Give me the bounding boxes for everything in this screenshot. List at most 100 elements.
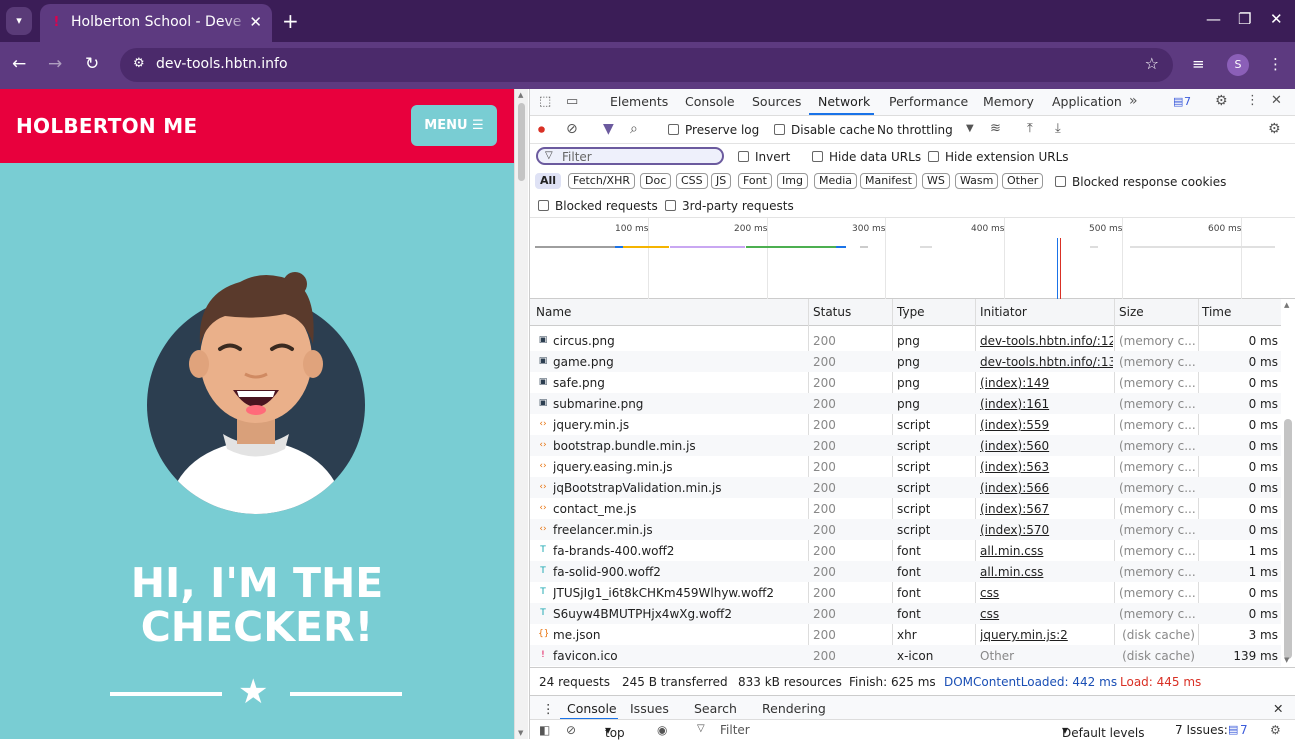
- browser-tab[interactable]: ǃ Holberton School - Deve ✕: [40, 4, 272, 42]
- tab-performance[interactable]: Performance: [889, 94, 968, 109]
- tab-memory[interactable]: Memory: [983, 94, 1034, 109]
- table-row[interactable]: ‹› bootstrap.bundle.min.js 200 script (index…: [530, 435, 1281, 456]
- drawer-close-icon[interactable]: ✕: [1273, 701, 1283, 716]
- request-initiator[interactable]: (index):566: [980, 481, 1113, 495]
- col-initiator[interactable]: Initiator: [980, 305, 1027, 319]
- console-issues-icon[interactable]: ▤: [1228, 723, 1238, 736]
- filter-css[interactable]: CSS: [676, 173, 708, 189]
- col-name[interactable]: Name: [536, 305, 571, 319]
- filter-media[interactable]: Media: [814, 173, 858, 189]
- settings-gear-icon[interactable]: ⚙: [1215, 93, 1228, 109]
- request-name[interactable]: bootstrap.bundle.min.js: [553, 439, 803, 453]
- request-initiator[interactable]: (index):560: [980, 439, 1113, 453]
- table-row[interactable]: ‹› freelancer.min.js 200 script (index):570 (…: [530, 519, 1281, 540]
- filter-js[interactable]: JS: [711, 173, 732, 189]
- request-name[interactable]: circus.png: [553, 334, 803, 348]
- filter-img[interactable]: Img: [777, 173, 808, 189]
- page-brand[interactable]: HOLBERTON ME: [16, 114, 197, 138]
- context-select[interactable]: top ▾: [605, 723, 625, 740]
- more-tabs-icon[interactable]: »: [1129, 93, 1138, 109]
- table-row[interactable]: Tfa-brands-400.woff2 200 font all.min.css (m…: [530, 540, 1281, 561]
- request-initiator[interactable]: (index):161: [980, 397, 1113, 411]
- table-row[interactable]: ▣ circus.png 200 png dev-tools.hbtn.info/:12…: [530, 330, 1281, 351]
- filter-other[interactable]: Other: [1002, 173, 1044, 189]
- request-initiator[interactable]: css: [980, 607, 1113, 621]
- network-conditions-icon[interactable]: ≋: [990, 121, 1001, 136]
- network-overview-timeline[interactable]: 100 ms 200 ms 300 ms 400 ms 500 ms 600 m…: [530, 217, 1295, 300]
- hide-extension-urls-checkbox[interactable]: Hide extension URLs: [928, 150, 1069, 164]
- filter-input[interactable]: ▽ Filter: [536, 147, 724, 165]
- filter-manifest[interactable]: Manifest: [860, 173, 917, 189]
- scroll-down-icon[interactable]: ▼: [518, 729, 523, 737]
- tab-close-icon[interactable]: ✕: [249, 13, 262, 31]
- filter-wasm[interactable]: Wasm: [955, 173, 999, 189]
- table-row[interactable]: ǃ favicon.ico 200 x-icon Other (disk cache) 13…: [530, 645, 1281, 666]
- site-info-icon[interactable]: ⚙: [133, 56, 145, 71]
- new-tab-icon[interactable]: +: [282, 9, 299, 33]
- import-har-icon[interactable]: ⤒: [1027, 121, 1033, 136]
- menu-button[interactable]: MENU ☰: [411, 105, 497, 146]
- col-time[interactable]: Time: [1202, 305, 1231, 319]
- drawer-tab-rendering[interactable]: Rendering: [762, 701, 826, 716]
- scroll-down-icon[interactable]: ▼: [1284, 656, 1289, 664]
- minimize-icon[interactable]: —: [1206, 10, 1221, 28]
- device-toolbar-icon[interactable]: ▭: [566, 94, 578, 109]
- clear-icon[interactable]: ⊘: [566, 121, 578, 137]
- table-row[interactable]: Tfa-solid-900.woff2 200 font all.min.css (me…: [530, 561, 1281, 582]
- filter-funnel-icon[interactable]: ▼: [603, 121, 614, 137]
- preserve-log-checkbox[interactable]: Preserve log: [668, 123, 759, 137]
- blocked-requests-checkbox[interactable]: Blocked requests: [538, 199, 658, 213]
- issues-icon[interactable]: ▤: [1173, 95, 1183, 108]
- address-bar[interactable]: ⚙ dev-tools.hbtn.info ☆: [120, 48, 1173, 82]
- bookmark-star-icon[interactable]: ☆: [1145, 54, 1159, 73]
- search-icon[interactable]: ⌕: [630, 121, 638, 137]
- tab-network[interactable]: Network: [818, 94, 870, 109]
- request-name[interactable]: contact_me.js: [553, 502, 803, 516]
- request-initiator[interactable]: (index):567: [980, 502, 1113, 516]
- request-name[interactable]: game.png: [553, 355, 803, 369]
- request-initiator[interactable]: dev-tools.hbtn.info/:138: [980, 355, 1113, 369]
- window-close-icon[interactable]: ✕: [1270, 10, 1283, 28]
- disable-cache-checkbox[interactable]: Disable cache: [774, 123, 875, 137]
- request-initiator[interactable]: (index):563: [980, 460, 1113, 474]
- network-settings-icon[interactable]: ⚙: [1268, 121, 1281, 137]
- third-party-requests-checkbox[interactable]: 3rd-party requests: [665, 199, 794, 213]
- table-row[interactable]: T S6uyw4BMUTPHjx4wXg.woff2 200 font css (memo…: [530, 603, 1281, 624]
- console-settings-icon[interactable]: ⚙: [1270, 723, 1281, 737]
- tab-application[interactable]: Application: [1052, 94, 1122, 109]
- request-name[interactable]: jqBootstrapValidation.min.js: [553, 481, 803, 495]
- devtools-close-icon[interactable]: ✕: [1271, 93, 1282, 108]
- table-row[interactable]: ▣ submarine.png 200 png (index):161 (memory c…: [530, 393, 1281, 414]
- request-initiator[interactable]: css: [980, 586, 1113, 600]
- request-initiator[interactable]: (index):559: [980, 418, 1113, 432]
- throttling-select[interactable]: No throttling: [877, 123, 953, 137]
- request-name[interactable]: me.json: [553, 628, 803, 642]
- drawer-tab-console[interactable]: Console: [567, 701, 617, 716]
- export-har-icon[interactable]: ⤓: [1055, 121, 1061, 136]
- requests-scroll-thumb[interactable]: [1284, 419, 1292, 659]
- hide-data-urls-checkbox[interactable]: Hide data URLs: [812, 150, 921, 164]
- request-initiator[interactable]: all.min.css: [980, 544, 1113, 558]
- tab-search-dropdown-icon[interactable]: ▾: [6, 7, 32, 35]
- drawer-tab-issues[interactable]: Issues: [630, 701, 669, 716]
- request-initiator[interactable]: dev-tools.hbtn.info/:126: [980, 334, 1113, 348]
- throttling-dropdown-icon[interactable]: ▼: [966, 123, 974, 134]
- request-initiator[interactable]: all.min.css: [980, 565, 1113, 579]
- request-initiator[interactable]: jquery.min.js:2: [980, 628, 1113, 642]
- request-name[interactable]: fa-solid-900.woff2: [553, 565, 803, 579]
- filter-doc[interactable]: Doc: [640, 173, 672, 189]
- filter-fetch-xhr[interactable]: Fetch/XHR: [568, 173, 635, 189]
- request-name[interactable]: freelancer.min.js: [553, 523, 803, 537]
- request-name[interactable]: JTUSjIg1_i6t8kCHKm459Wlhyw.woff2: [553, 586, 803, 600]
- table-row[interactable]: {} me.json 200 xhr jquery.min.js:2 (disk cach…: [530, 624, 1281, 645]
- console-issues-count[interactable]: 7: [1240, 723, 1248, 737]
- filter-ws[interactable]: WS: [922, 173, 950, 189]
- tab-elements[interactable]: Elements: [610, 94, 668, 109]
- col-size[interactable]: Size: [1119, 305, 1144, 319]
- col-status[interactable]: Status: [813, 305, 851, 319]
- filter-font[interactable]: Font: [738, 173, 772, 189]
- back-icon[interactable]: ←: [12, 54, 26, 74]
- table-row[interactable]: ▣ safe.png 200 png (index):149 (memory c... 0 …: [530, 372, 1281, 393]
- profile-avatar[interactable]: S: [1227, 54, 1249, 76]
- request-name[interactable]: fa-brands-400.woff2: [553, 544, 803, 558]
